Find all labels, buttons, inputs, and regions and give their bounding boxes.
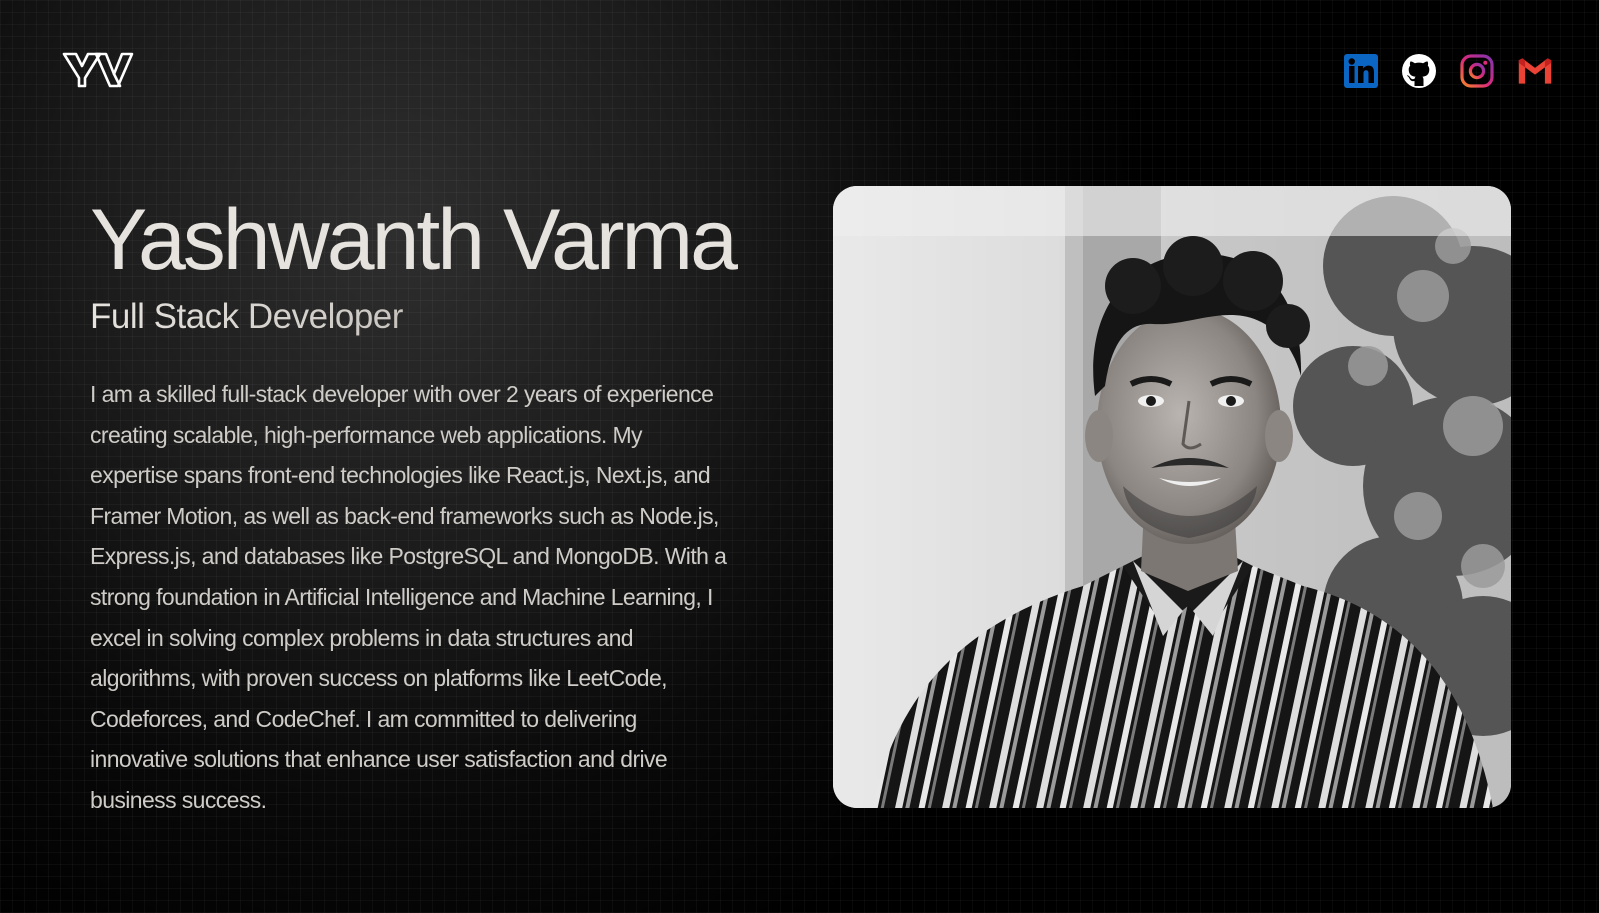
instagram-link[interactable] [1459, 53, 1495, 89]
github-icon [1402, 54, 1436, 88]
linkedin-icon [1344, 54, 1378, 88]
logo[interactable] [62, 52, 138, 88]
hero-bio: I am a skilled full-stack developer with… [90, 381, 727, 813]
instagram-icon [1460, 54, 1494, 88]
gmail-icon [1518, 58, 1552, 84]
profile-photo [833, 186, 1511, 808]
social-links [1343, 53, 1553, 89]
gmail-link[interactable] [1517, 53, 1553, 89]
github-link[interactable] [1401, 53, 1437, 89]
hero-name: Yashwanth Varma [90, 192, 738, 288]
logo-mark-icon [62, 52, 134, 88]
hero-section: Yashwanth Varma Full Stack Developer I a… [90, 190, 750, 821]
portfolio-page: Yashwanth Varma Full Stack Developer I a… [0, 0, 1599, 913]
hero-role: Full Stack Developer [90, 296, 750, 338]
linkedin-link[interactable] [1343, 53, 1379, 89]
